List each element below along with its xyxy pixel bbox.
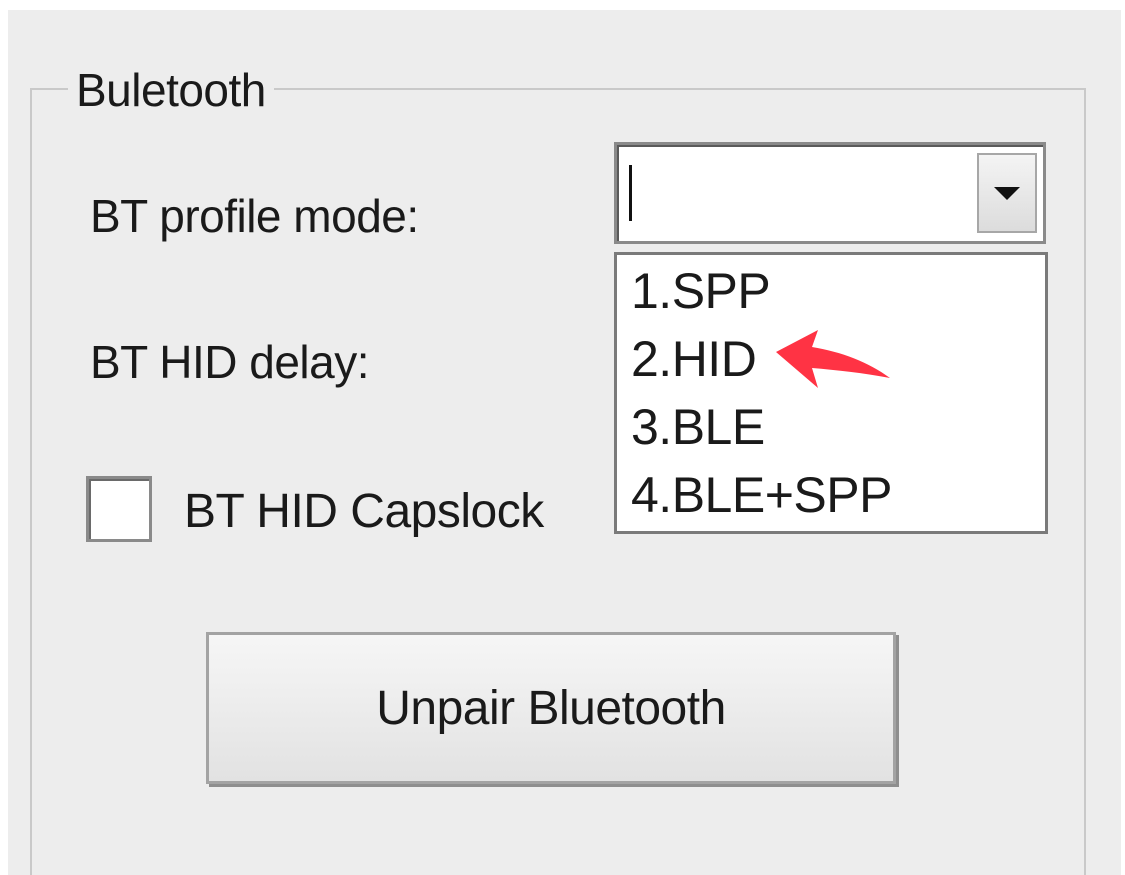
red-arrow-icon	[776, 330, 890, 388]
option-ble[interactable]: 3.BLE	[631, 397, 765, 457]
bt-profile-mode-combobox[interactable]	[614, 142, 1046, 244]
option-ble-spp[interactable]: 4.BLE+SPP	[631, 465, 892, 525]
option-hid[interactable]: 2.HID	[631, 329, 757, 389]
bt-hid-capslock-label: BT HID Capslock	[184, 485, 544, 538]
chevron-down-icon	[994, 187, 1020, 200]
groupbox-title: Buletooth	[68, 60, 274, 120]
option-spp[interactable]: 1.SPP	[631, 261, 771, 321]
text-caret	[629, 165, 632, 221]
bt-hid-capslock-checkbox[interactable]	[86, 476, 152, 542]
bt-profile-mode-label: BT profile mode:	[90, 190, 419, 242]
dropdown-toggle-button[interactable]	[977, 153, 1037, 233]
bt-hid-delay-label: BT HID delay:	[90, 336, 369, 388]
unpair-bluetooth-button[interactable]: Unpair Bluetooth	[206, 632, 896, 784]
